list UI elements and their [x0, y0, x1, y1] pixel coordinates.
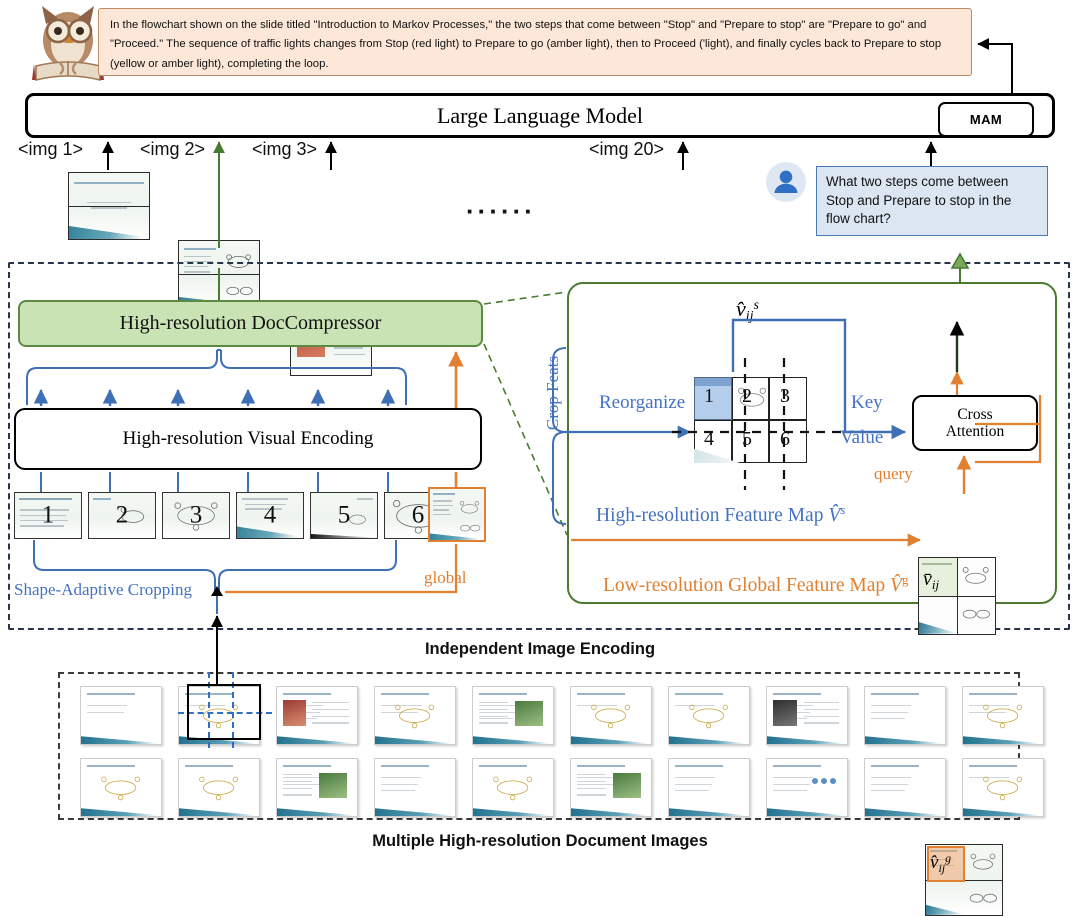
img-token-label-20: <img 20> — [589, 139, 665, 159]
document-thumbnail[interactable] — [570, 758, 652, 817]
v-hat-g-label: v̂ijg — [930, 851, 952, 875]
user-avatar — [766, 162, 806, 202]
independent-image-encoding-caption: Independent Image Encoding — [424, 640, 656, 658]
crop-number-3: 3 — [189, 500, 203, 528]
v-hat-s-label: v̂ijs — [736, 296, 759, 324]
high-resolution-feature-map-grid: 1 2 3 4 5 6 — [694, 377, 807, 463]
crop-number-5: 5 — [337, 500, 351, 528]
feature-cell-4: 4 — [704, 428, 714, 450]
document-thumbnail[interactable] — [962, 758, 1044, 817]
crop-number-6: 6 — [411, 500, 425, 528]
document-thumbnail[interactable] — [864, 686, 946, 745]
feature-cell-3: 3 — [780, 385, 790, 407]
cross-attention-line1: Cross — [957, 405, 993, 423]
document-thumbnail[interactable] — [80, 758, 162, 817]
document-thumbnail[interactable] — [766, 686, 848, 745]
document-thumbnail[interactable] — [276, 686, 358, 745]
token-thumbnail-1 — [68, 172, 150, 240]
key-label: Key — [851, 392, 883, 413]
crop-thumbnail-2: 2 — [88, 492, 156, 539]
document-thumbnail[interactable] — [668, 686, 750, 745]
user-query-box: What two steps come between Stop and Pre… — [816, 166, 1048, 236]
feature-cell-6: 6 — [780, 428, 790, 450]
document-thumbnail[interactable] — [668, 758, 750, 817]
crop-thumbnail-3: 3 — [162, 492, 230, 539]
document-thumbnail[interactable] — [864, 758, 946, 817]
global-feature-map-thumbnail: v̂ijg — [925, 844, 1003, 916]
user-avatar-icon — [774, 170, 798, 194]
low-res-global-feature-map-caption: Low-resolution Global Feature Map V̂g — [603, 572, 909, 596]
selected-document-frame — [187, 684, 261, 740]
model-response-bubble: In the flowchart shown on the slide titl… — [98, 8, 972, 76]
document-thumbnail[interactable] — [80, 686, 162, 745]
value-label: Value — [840, 427, 884, 448]
crop-thumbnail-1: 1 — [14, 492, 82, 539]
high-res-feature-map-caption: High-resolution Feature Map V̂s — [596, 502, 846, 526]
crop-thumbnail-4: 4 — [236, 492, 304, 539]
crop-number-4: 4 — [263, 500, 277, 528]
img-token-label-3: <img 3> — [252, 139, 318, 159]
img-token-label-1: <img 1> — [18, 139, 84, 159]
crop-feats-label: Crop Feats — [543, 355, 562, 431]
compressed-output-thumbnail: v̄ij — [918, 557, 996, 635]
ellipsis-indicator: ······ — [466, 196, 536, 226]
feature-cell-1: 1 — [704, 385, 714, 407]
document-images-caption: Multiple High-resolution Document Images — [372, 832, 708, 850]
reorganize-label: Reorganize — [599, 392, 686, 413]
document-thumbnail[interactable] — [472, 758, 554, 817]
feature-cell-2: 2 — [742, 385, 752, 407]
document-thumbnail[interactable] — [374, 686, 456, 745]
crop-number-2: 2 — [115, 500, 129, 528]
llm-title: Large Language Model — [436, 102, 644, 128]
doccompressor-box: High-resolution DocCompressor — [18, 300, 483, 347]
global-label: global — [424, 568, 467, 587]
document-thumbnail[interactable] — [276, 758, 358, 817]
document-thumbnail[interactable] — [374, 758, 456, 817]
feature-cell-5: 5 — [742, 428, 752, 450]
crop-number-1: 1 — [41, 500, 55, 528]
shape-adaptive-cropping-label: Shape-Adaptive Cropping — [14, 580, 192, 599]
v-bar-label: v̄ij — [923, 568, 940, 592]
visual-encoding-box: High-resolution Visual Encoding — [14, 408, 482, 470]
large-language-model-box: Large Language Model MAM — [25, 93, 1055, 138]
document-thumbnail[interactable] — [766, 758, 848, 817]
img-token-label-2: <img 2> — [140, 139, 206, 159]
document-thumbnail[interactable] — [962, 686, 1044, 745]
query-label: query — [874, 464, 913, 483]
document-thumbnail[interactable] — [178, 758, 260, 817]
cross-attention-box: Cross Attention — [912, 395, 1038, 451]
document-thumbnail[interactable] — [570, 686, 652, 745]
document-thumbnail[interactable] — [472, 686, 554, 745]
mam-badge: MAM — [938, 102, 1034, 137]
crop-thumbnail-5: 5 — [310, 492, 378, 539]
cross-attention-line2: Attention — [945, 423, 1005, 440]
